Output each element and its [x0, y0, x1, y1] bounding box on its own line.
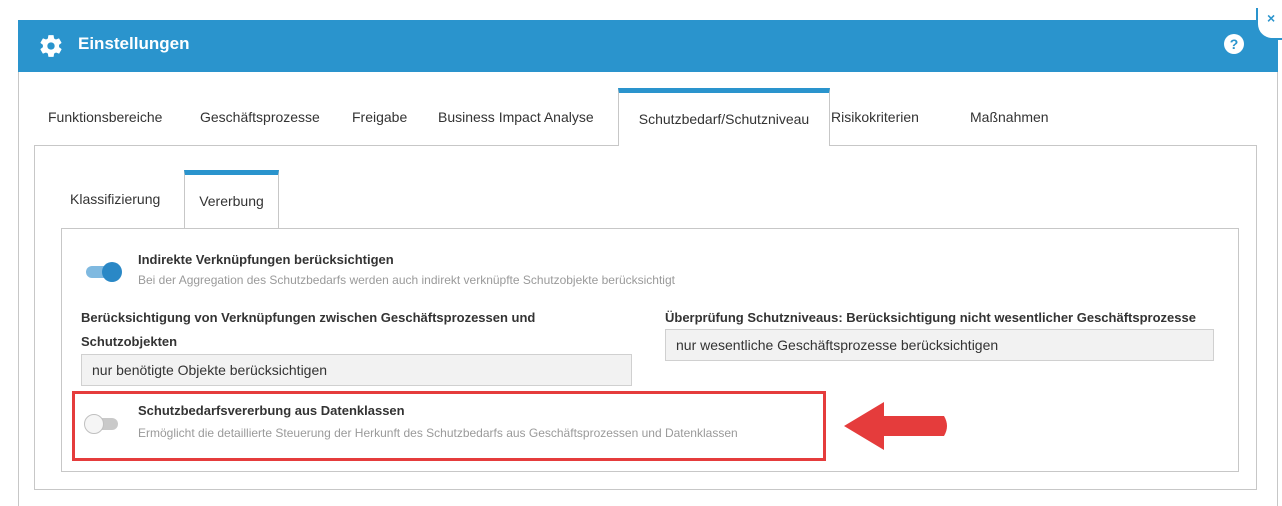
indirect-links-toggle[interactable]	[84, 262, 122, 282]
close-icon: ×	[1267, 10, 1276, 26]
review-select[interactable]: nur wesentliche Geschäftsprozesse berück…	[665, 329, 1214, 361]
gear-icon	[40, 35, 62, 57]
close-button[interactable]: ×	[1256, 8, 1282, 40]
review-field-label: Überprüfung Schutzniveaus: Berücksichtig…	[665, 310, 1196, 325]
inheritance-description: Ermöglicht die detaillierte Steuerung de…	[138, 426, 738, 440]
toggle-knob	[84, 414, 104, 434]
tab-risikokriterien[interactable]: Risikokriterien	[831, 88, 919, 146]
tab-funktionsbereiche[interactable]: Funktionsbereiche	[48, 88, 162, 146]
help-icon[interactable]: ?	[1224, 34, 1244, 54]
dialog-title: Einstellungen	[78, 34, 190, 53]
links-select[interactable]: nur benötigte Objekte berücksichtigen	[81, 354, 632, 386]
tab-business-impact-analyse[interactable]: Business Impact Analyse	[438, 88, 594, 146]
tab-schutzbedarf-schutzniveau[interactable]: Schutzbedarf/Schutzniveau	[618, 88, 830, 146]
indirect-links-title: Indirekte Verknüpfungen berücksichtigen	[138, 252, 394, 267]
dialog-header: Einstellungen ?	[18, 20, 1278, 72]
tab-massnahmen[interactable]: Maßnahmen	[970, 88, 1049, 146]
settings-dialog-screen: Einstellungen ? × Funktionsbereiche Gesc…	[0, 0, 1282, 506]
inheritance-toggle[interactable]	[84, 414, 120, 434]
links-field-label: Berücksichtigung von Verknüpfungen zwisc…	[81, 310, 536, 349]
subtab-klassifizierung[interactable]: Klassifizierung	[70, 170, 160, 228]
tab-geschaeftsprozesse[interactable]: Geschäftsprozesse	[200, 88, 320, 146]
subtab-vererbung[interactable]: Vererbung	[184, 170, 279, 228]
arrow-left-icon	[844, 402, 947, 450]
indirect-links-description: Bei der Aggregation des Schutzbedarfs we…	[138, 273, 675, 287]
tab-freigabe[interactable]: Freigabe	[352, 88, 407, 146]
toggle-knob	[102, 262, 122, 282]
inheritance-title: Schutzbedarfsvererbung aus Datenklassen	[138, 403, 405, 418]
